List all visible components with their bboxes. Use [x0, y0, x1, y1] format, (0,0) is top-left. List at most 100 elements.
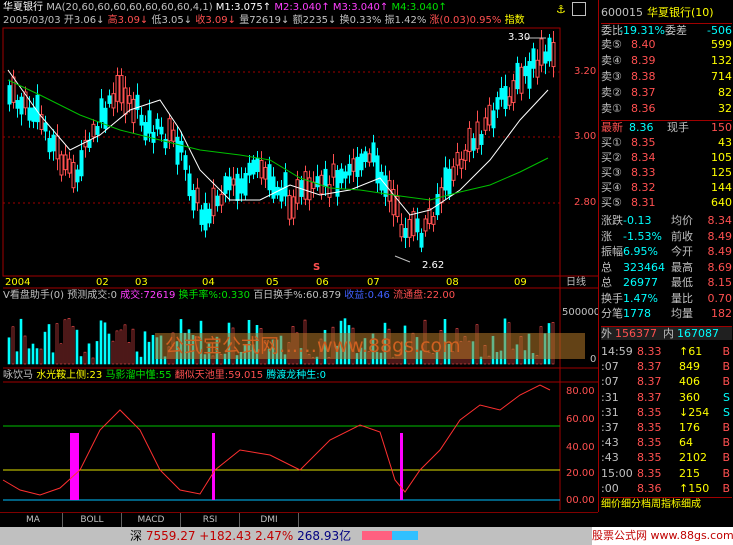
candle-body [267, 164, 272, 191]
tick-side: B [722, 436, 730, 450]
low-leader [394, 255, 411, 263]
candle-body [183, 155, 188, 170]
volume-bar [67, 318, 71, 365]
vol-turnover-rate: 换手率%:0.330 [178, 290, 251, 301]
candle-body [371, 142, 376, 163]
ind-axis-80: 80.00 [566, 386, 595, 397]
candle-body [259, 160, 264, 179]
vol-axis-0: 0 [590, 354, 597, 365]
tick-volume: 360 [679, 390, 700, 404]
candle-body [475, 121, 480, 150]
candle-body [59, 154, 64, 176]
tab-rsi[interactable]: RSI [181, 513, 240, 527]
site-label[interactable]: 股票公式网 www.88gs.com [592, 527, 733, 545]
tick-side: S [723, 390, 730, 404]
candle-body [91, 123, 96, 138]
tick-row: 15:00 8.35 215 B [601, 467, 732, 480]
tick-time: :37 [601, 421, 619, 434]
volume-bar [143, 331, 147, 365]
sell-volume: 714 [711, 70, 732, 83]
vol-deal: 成交:72619 [120, 290, 176, 301]
stat-value-2: 8.15 [707, 276, 733, 289]
candle-body [123, 87, 128, 115]
signal-bar-2 [212, 433, 215, 500]
tick-side: B [722, 481, 730, 495]
quote-name: 华夏银行(10) [647, 6, 714, 19]
time-tick-08: 08 [446, 277, 459, 288]
period-label[interactable]: 日线 [566, 277, 586, 289]
quote-footer[interactable]: 细价细分档周指标细成 [601, 497, 732, 511]
candle-body [223, 176, 228, 194]
tick-time: :43 [601, 436, 619, 450]
tick-side: B [722, 466, 730, 480]
tab-dmi[interactable]: DMI [240, 513, 299, 527]
volume-bar [95, 341, 99, 365]
status-bar: 深 7559.27 +182.43 2.47% 268.93亿 股票公式网 ww… [0, 527, 733, 545]
buy-label: 买⑤ [601, 196, 622, 209]
ind-axis-60: 60.00 [566, 414, 595, 425]
tick-volume: 215 [679, 466, 700, 480]
tab-ma[interactable]: MA [4, 513, 63, 527]
candle-body [47, 138, 52, 153]
candle-body [95, 126, 100, 135]
index-amount: 268.93亿 [297, 529, 352, 543]
candle-body [147, 110, 152, 134]
volume-bar [79, 356, 83, 365]
candle-body [127, 95, 132, 104]
candle-body [239, 178, 244, 194]
candle-body [283, 172, 288, 197]
tick-row: :31 8.37 360 S [601, 391, 732, 404]
quote-panel: 600015 华夏银行(10) 委比 -19.31% 委差 -506 卖⑤ 8.… [598, 0, 733, 512]
tab-macd[interactable]: MACD [122, 513, 181, 527]
buy-price: 8.33 [631, 166, 656, 179]
buy-label: 买④ [601, 181, 622, 194]
volume-bar [11, 326, 15, 365]
time-tick-07: 07 [367, 277, 380, 288]
candle-body [399, 224, 404, 238]
sell-price: 8.38 [631, 70, 656, 83]
inner-label: 内 [663, 327, 674, 340]
sell-label: 卖① [601, 102, 622, 115]
candle-body [15, 100, 20, 109]
stat-label-1: 换手 [601, 291, 623, 305]
candle-body [407, 219, 412, 238]
candle-body [507, 96, 512, 106]
candle-body [415, 218, 420, 233]
candle-body [107, 95, 112, 104]
buy-volume: 640 [711, 196, 732, 209]
volume-bar [103, 322, 107, 365]
candle-body [167, 118, 172, 142]
candle-body [243, 173, 248, 196]
main-panel-frame [2, 27, 561, 277]
volume-bar [123, 324, 127, 365]
tab-boll[interactable]: BOLL [63, 513, 122, 527]
index-quote: 深 7559.27 +182.43 2.47% 268.93亿 [130, 528, 351, 544]
candle-body [287, 195, 292, 220]
candle-body [55, 135, 60, 160]
chart-area[interactable]: 华夏银行 MA(20,60,60,60,60,60,60,60,4,1) M1:… [0, 0, 600, 512]
stat-value-2: 8.34 [707, 214, 733, 227]
time-tick-05: 05 [266, 277, 279, 288]
candle-body [191, 190, 196, 211]
high-annotation: 3.30 [508, 32, 531, 43]
buy-row-3: 买③ 8.33 125 [601, 166, 732, 179]
stat-label-1: 分笔 [601, 307, 623, 320]
stat-label-2: 均量 [671, 307, 693, 320]
time-tick-03: 03 [135, 277, 148, 288]
tick-volume: 406 [679, 375, 700, 389]
now-label: 现手 [667, 121, 689, 134]
candle-body [11, 76, 16, 103]
index-pct: 2.47% [255, 529, 294, 543]
stat-value-2: 8.69 [707, 260, 733, 274]
buy-price: 8.35 [631, 136, 656, 149]
candle-body [491, 110, 496, 129]
stat-label-2: 均价 [671, 214, 693, 227]
time-tick-06: 06 [316, 277, 329, 288]
tick-time: :31 [601, 390, 619, 404]
tick-price: 8.35 [637, 421, 662, 434]
candle-body [327, 184, 332, 198]
tick-row: :07 8.37 406 B [601, 375, 732, 388]
candle-body [43, 122, 48, 132]
volume-bar [115, 330, 119, 365]
candle-body [515, 62, 520, 90]
